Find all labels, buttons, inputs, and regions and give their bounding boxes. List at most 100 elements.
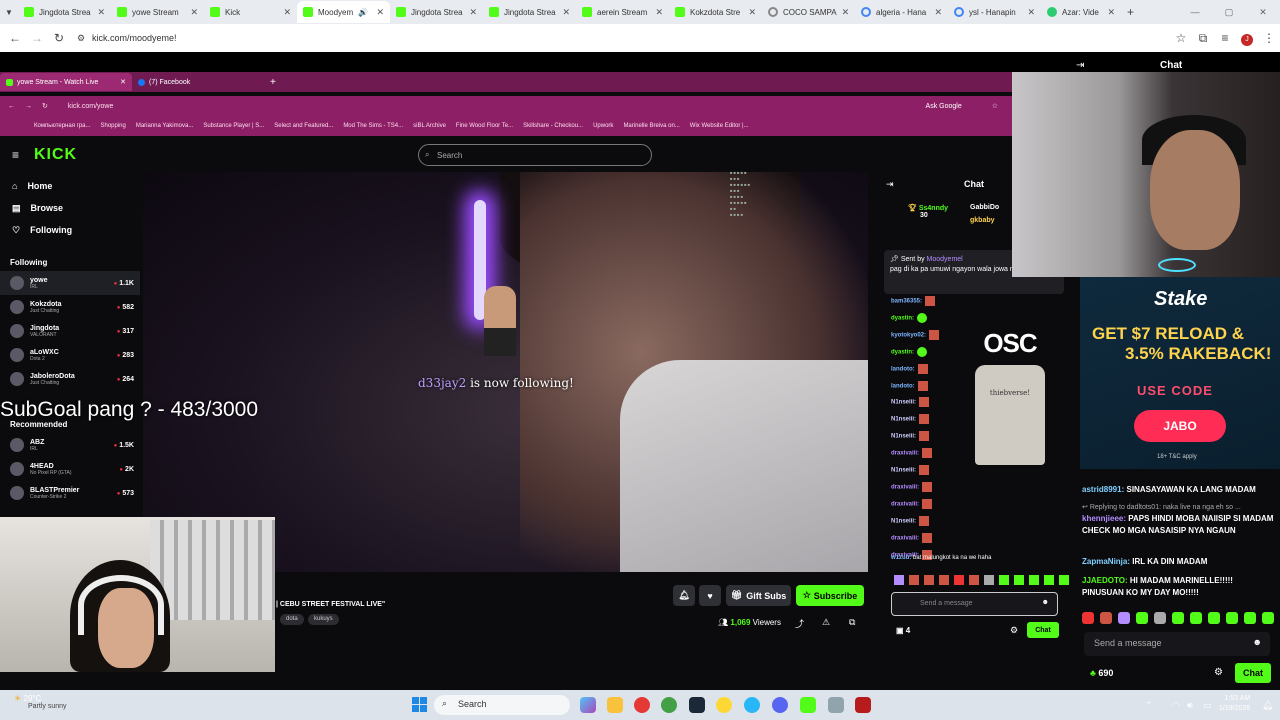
browser-tab[interactable]: Kick ✕ <box>204 1 297 23</box>
emote[interactable] <box>1118 612 1130 624</box>
maximize-window-button[interactable]: ▢ <box>1212 7 1246 18</box>
close-tab-icon[interactable]: ✕ <box>655 7 663 18</box>
copilot-icon[interactable] <box>580 697 596 713</box>
chat-send-button[interactable]: Chat <box>1235 663 1271 683</box>
channel-category: IRL <box>30 445 38 452</box>
emote[interactable] <box>1136 612 1148 624</box>
browser-tab[interactable]: COCO SAMPA ✕ <box>762 1 855 23</box>
emoji-icon[interactable]: ☻ <box>1253 637 1262 647</box>
stake-tnc: 18+ T&C apply <box>1157 454 1197 460</box>
dota-icon[interactable] <box>855 697 871 713</box>
profile-avatar[interactable]: J <box>1236 30 1258 46</box>
emote[interactable] <box>1208 612 1220 624</box>
emote[interactable] <box>1262 612 1274 624</box>
stake-code-button[interactable]: JABO <box>1134 410 1226 442</box>
minimize-window-button[interactable]: — <box>1178 7 1212 17</box>
emote[interactable] <box>1190 612 1202 624</box>
emote[interactable] <box>1082 612 1094 624</box>
chrome-icon[interactable] <box>634 697 650 713</box>
emote <box>922 481 933 492</box>
emote[interactable] <box>1172 612 1184 624</box>
close-window-button[interactable]: ✕ <box>1246 7 1280 18</box>
emote[interactable] <box>1244 612 1256 624</box>
gift-icon: 🎁︎ <box>730 590 743 600</box>
kick-app-icon[interactable] <box>800 697 816 713</box>
new-tab-icon: + <box>270 76 276 88</box>
telegram-icon[interactable] <box>744 697 760 713</box>
weather-widget[interactable]: ☀ 29°C Partly sunny <box>14 694 67 710</box>
close-tab-icon[interactable]: ✕ <box>1027 7 1035 18</box>
battery-icon[interactable]: ▭ <box>1203 700 1212 711</box>
volume-icon[interactable]: 🔊︎ <box>1187 700 1193 711</box>
close-tab-icon[interactable]: ✕ <box>376 7 384 18</box>
close-tab-icon[interactable]: ✕ <box>190 7 198 18</box>
close-tab-icon[interactable]: ✕ <box>748 7 756 18</box>
collapse-chat-icon[interactable]: ⇥ <box>1076 60 1084 71</box>
steam-icon[interactable] <box>689 697 705 713</box>
bookmark-star-icon[interactable]: ☆ <box>1170 31 1192 45</box>
emote[interactable] <box>1154 612 1166 624</box>
snipping-tool-icon[interactable] <box>828 697 844 713</box>
file-explorer-icon[interactable] <box>607 697 623 713</box>
chat-username[interactable]: astrid8991: <box>1082 485 1124 494</box>
chat-username: w1zuu: <box>891 555 912 561</box>
viewer-count-display: 👥︎ 1,069 Viewers <box>718 618 781 627</box>
notification-bell-icon[interactable]: 🔔︎ <box>1262 700 1273 711</box>
emote[interactable] <box>1226 612 1238 624</box>
chat-message-input[interactable]: Send a message ☻ <box>1084 632 1270 656</box>
site-info-icon[interactable]: ⚙ <box>70 33 92 44</box>
back-icon[interactable]: ← <box>4 31 26 45</box>
close-tab-icon[interactable]: ✕ <box>934 7 942 18</box>
reload-icon[interactable]: ↻ <box>48 31 70 45</box>
browser-tab[interactable]: yowe Stream ✕ <box>111 1 204 23</box>
browser-tab[interactable]: aerein Stream ✕ <box>576 1 669 23</box>
dancing-figure-gif <box>484 286 516 356</box>
taskbar-clock[interactable]: 1:53 AM 1/19/2026 <box>1219 694 1250 714</box>
browser-tab[interactable]: algeria - Hana ✕ <box>855 1 948 23</box>
browser-tab-active[interactable]: Moodyem 🔊 ✕ <box>297 1 390 23</box>
browser-tab[interactable]: ysl - Hanapin ✕ <box>948 1 1041 23</box>
chat-username[interactable]: JJAEDOTO: <box>1082 576 1128 585</box>
ask-google-button: Ask Google <box>925 102 962 110</box>
browser-tab[interactable]: Jingdota Strea ✕ <box>18 1 111 23</box>
channel-points[interactable]: ♣ 690 <box>1090 668 1113 678</box>
browser-tab[interactable]: Jingdota Strea ✕ <box>483 1 576 23</box>
new-tab-button[interactable]: + <box>1127 5 1134 19</box>
close-tab-icon[interactable]: ✕ <box>842 7 850 18</box>
url-field[interactable]: kick.com/moodyeme! <box>92 33 177 43</box>
tab-list-dropdown-icon[interactable]: ▼ <box>0 8 18 17</box>
emote[interactable] <box>1100 612 1112 624</box>
discord-icon[interactable] <box>772 697 788 713</box>
extensions-icon[interactable]: ⧉ <box>1192 31 1214 46</box>
settings-icon[interactable]: ⚙ <box>1214 667 1223 678</box>
wifi-icon[interactable]: ◠ <box>1172 700 1180 711</box>
avatar <box>10 300 24 314</box>
close-tab-icon[interactable]: ✕ <box>469 7 477 18</box>
chat-username[interactable]: ZapmaNinja: <box>1082 557 1130 566</box>
hamburger-menu-icon: ≡ <box>12 148 20 162</box>
chrome-icon[interactable] <box>661 697 677 713</box>
close-tab-icon[interactable]: ✕ <box>283 7 291 18</box>
system-tray-chevron-icon[interactable]: ⌃ <box>1145 700 1153 711</box>
close-tab-icon[interactable]: ✕ <box>97 7 105 18</box>
windows-start-icon[interactable] <box>412 697 427 712</box>
channel-category: Dota 2 <box>30 355 45 362</box>
browser-tab[interactable]: Kokzdota Stre ✕ <box>669 1 762 23</box>
browser-tab[interactable]: Azar: Vide ✕ <box>1041 1 1121 23</box>
browser-tab[interactable]: Jingdota Strea ✕ <box>390 1 483 23</box>
chat-username[interactable]: khennjieee: <box>1082 514 1126 523</box>
close-tab-icon[interactable]: ✕ <box>1107 7 1115 18</box>
nav-label: Home <box>27 181 53 191</box>
chat-input-placeholder: Send a message <box>920 600 973 607</box>
chrome-icon[interactable] <box>716 697 732 713</box>
speaker-icon[interactable]: 🔊 <box>358 8 368 17</box>
close-tab-icon[interactable]: ✕ <box>562 7 570 18</box>
star-icon: ☆ <box>802 590 811 600</box>
nav-following: ♡ Following <box>0 219 140 241</box>
reading-list-icon[interactable]: ≡ <box>1214 31 1236 45</box>
forward-icon[interactable]: → <box>26 31 48 45</box>
chat-message: N1nseiii: <box>891 515 930 526</box>
taskbar-search[interactable]: ⌕ Search <box>434 695 570 715</box>
browser-menu-icon[interactable]: ⋮ <box>1258 31 1280 45</box>
channel-item: 4HEAD No Pixel RP (GTA) ● 2K <box>0 457 140 481</box>
